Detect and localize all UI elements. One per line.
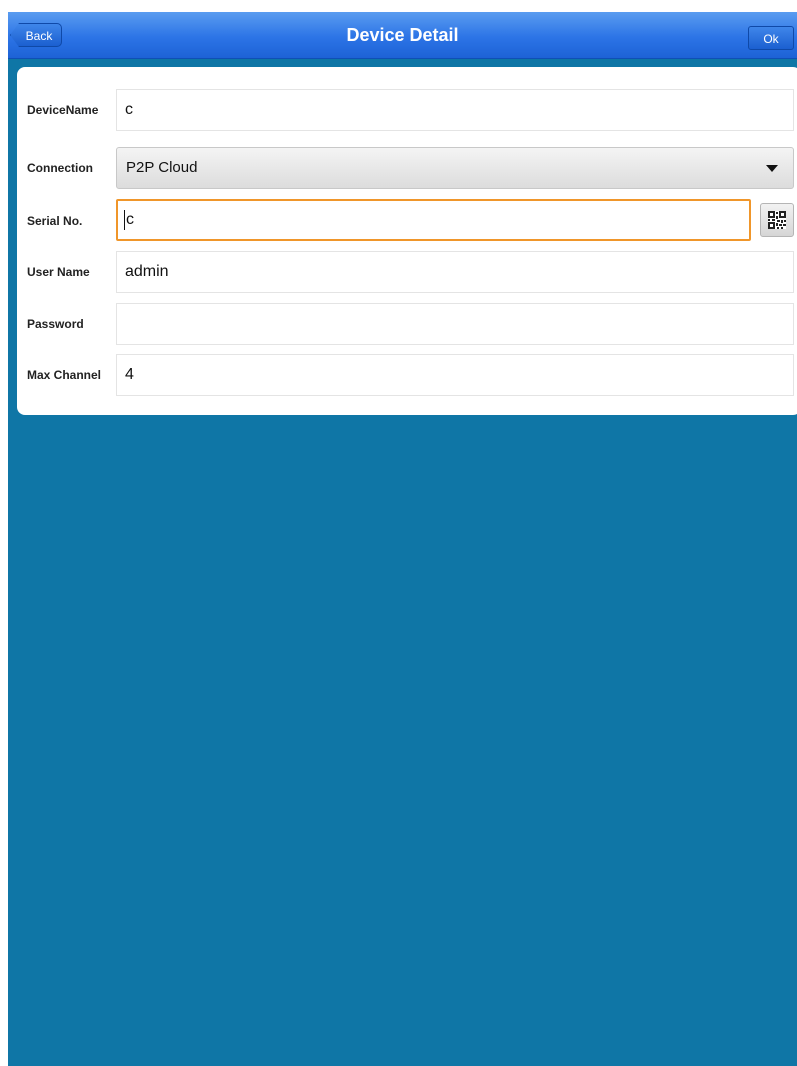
max-channel-label: Max Channel: [27, 368, 102, 382]
connection-label: Connection: [27, 161, 93, 175]
serial-no-input[interactable]: c: [116, 199, 751, 241]
dropdown-caret-icon: [766, 165, 778, 172]
navigation-bar: Back Device Detail Ok: [8, 12, 797, 59]
device-form: DeviceName c Connection P2P Cloud Serial…: [17, 67, 797, 415]
qr-code-icon: [768, 211, 786, 229]
device-name-input[interactable]: c: [116, 89, 794, 131]
user-name-input[interactable]: admin: [116, 251, 794, 293]
qr-scan-button[interactable]: [760, 203, 794, 237]
user-name-label: User Name: [27, 265, 90, 279]
password-input[interactable]: [116, 303, 794, 345]
serial-no-label: Serial No.: [27, 214, 83, 228]
device-name-label: DeviceName: [27, 103, 99, 117]
max-channel-input[interactable]: 4: [116, 354, 794, 396]
device-detail-screen: Back Device Detail Ok DeviceName c Conne…: [8, 12, 797, 1066]
serial-no-value: c: [126, 211, 134, 228]
connection-select[interactable]: P2P Cloud: [116, 147, 794, 189]
connection-selected-value: P2P Cloud: [126, 159, 198, 176]
page-title: Device Detail: [346, 25, 459, 45]
ok-button[interactable]: Ok: [748, 26, 794, 50]
password-label: Password: [27, 317, 84, 331]
text-cursor: [124, 209, 125, 230]
